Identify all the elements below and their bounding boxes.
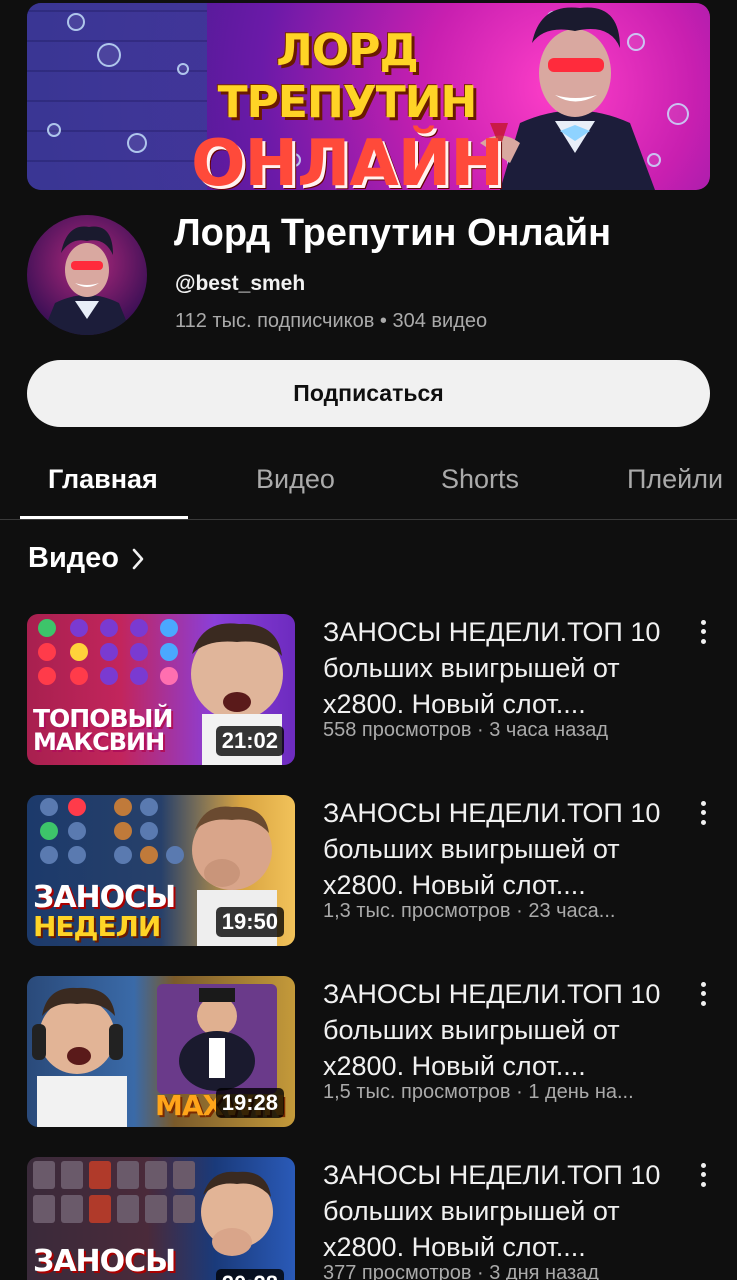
- subscribe-button[interactable]: Подписаться: [27, 360, 710, 427]
- video-thumbnail[interactable]: ЗАНОСЫ НЕДЕЛИ 19:50: [27, 795, 295, 946]
- thumbnail-caption-line1: ЗАНОСЫ: [33, 880, 176, 915]
- video-item[interactable]: ЗАНОСЫ 20:28 ЗАНОСЫ НЕДЕЛИ.ТОП 10 больши…: [27, 1157, 710, 1280]
- active-tab-indicator: [20, 516, 188, 519]
- video-thumbnail[interactable]: MAXWIN 19:28: [27, 976, 295, 1127]
- video-thumbnail[interactable]: ТОПОВЫЙ МАКСВИН 21:02: [27, 614, 295, 765]
- thumbnail-caption-line2: НЕДЕЛИ: [33, 910, 161, 943]
- thumbnail-caption-line1: ЗАНОСЫ: [33, 1244, 176, 1279]
- video-title[interactable]: ЗАНОСЫ НЕДЕЛИ.ТОП 10 больших выигрышей о…: [323, 614, 673, 722]
- video-meta: 1,3 тыс. просмотров · 23 часа...: [323, 900, 616, 922]
- video-thumbnail[interactable]: ЗАНОСЫ 20:28: [27, 1157, 295, 1280]
- banner-title-line2: ОНЛАЙН: [191, 127, 504, 190]
- channel-handle: @best_smeh: [175, 272, 306, 295]
- banner-title-line1: ЛОРД ТРЕПУТИН: [217, 25, 478, 128]
- video-duration: 19:28: [215, 1088, 284, 1118]
- more-options-icon[interactable]: [696, 1161, 710, 1189]
- channel-avatar[interactable]: [27, 215, 147, 335]
- video-item[interactable]: MAXWIN 19:28 ЗАНОСЫ НЕДЕЛИ.ТОП 10 больши…: [27, 976, 710, 1128]
- video-duration: 20:28: [215, 1269, 284, 1280]
- video-meta: 1,5 тыс. просмотров · 1 день на...: [323, 1081, 634, 1103]
- tab-videos[interactable]: Видео: [256, 464, 335, 495]
- thumbnail-caption-line2: МАКСВИН: [33, 728, 165, 756]
- tab-shorts[interactable]: Shorts: [441, 464, 519, 495]
- section-header-videos[interactable]: Видео: [28, 542, 145, 575]
- more-options-icon[interactable]: [696, 799, 710, 827]
- more-options-icon[interactable]: [696, 618, 710, 646]
- channel-tabs: Главная Видео Shorts Плейли: [0, 450, 737, 520]
- video-meta: 558 просмотров · 3 часа назад: [323, 719, 609, 741]
- video-item[interactable]: ТОПОВЫЙ МАКСВИН 21:02 ЗАНОСЫ НЕДЕЛИ.ТОП …: [27, 614, 710, 766]
- banner-title: ЛОРД ТРЕПУТИН ОНЛАЙН: [162, 25, 532, 190]
- video-meta: 377 просмотров · 3 дня назад: [323, 1262, 599, 1280]
- channel-stats: 112 тыс. подписчиков • 304 видео: [175, 310, 488, 332]
- video-title[interactable]: ЗАНОСЫ НЕДЕЛИ.ТОП 10 больших выигрышей о…: [323, 1157, 673, 1265]
- avatar-vampire-image: [42, 226, 132, 335]
- video-title[interactable]: ЗАНОСЫ НЕДЕЛИ.ТОП 10 больших выигрышей о…: [323, 795, 673, 903]
- more-options-icon[interactable]: [696, 980, 710, 1008]
- tab-playlists[interactable]: Плейли: [627, 464, 723, 495]
- video-duration: 21:02: [215, 726, 284, 756]
- video-title[interactable]: ЗАНОСЫ НЕДЕЛИ.ТОП 10 больших выигрышей о…: [323, 976, 673, 1084]
- section-title: Видео: [28, 542, 120, 574]
- video-item[interactable]: ЗАНОСЫ НЕДЕЛИ 19:50 ЗАНОСЫ НЕДЕЛИ.ТОП 10…: [27, 795, 710, 947]
- tab-home[interactable]: Главная: [48, 464, 158, 495]
- channel-banner: ЛОРД ТРЕПУТИН ОНЛАЙН: [27, 3, 710, 190]
- channel-title: Лорд Трепутин Онлайн: [174, 212, 612, 254]
- chevron-right-icon: [132, 548, 144, 569]
- video-duration: 19:50: [215, 907, 284, 937]
